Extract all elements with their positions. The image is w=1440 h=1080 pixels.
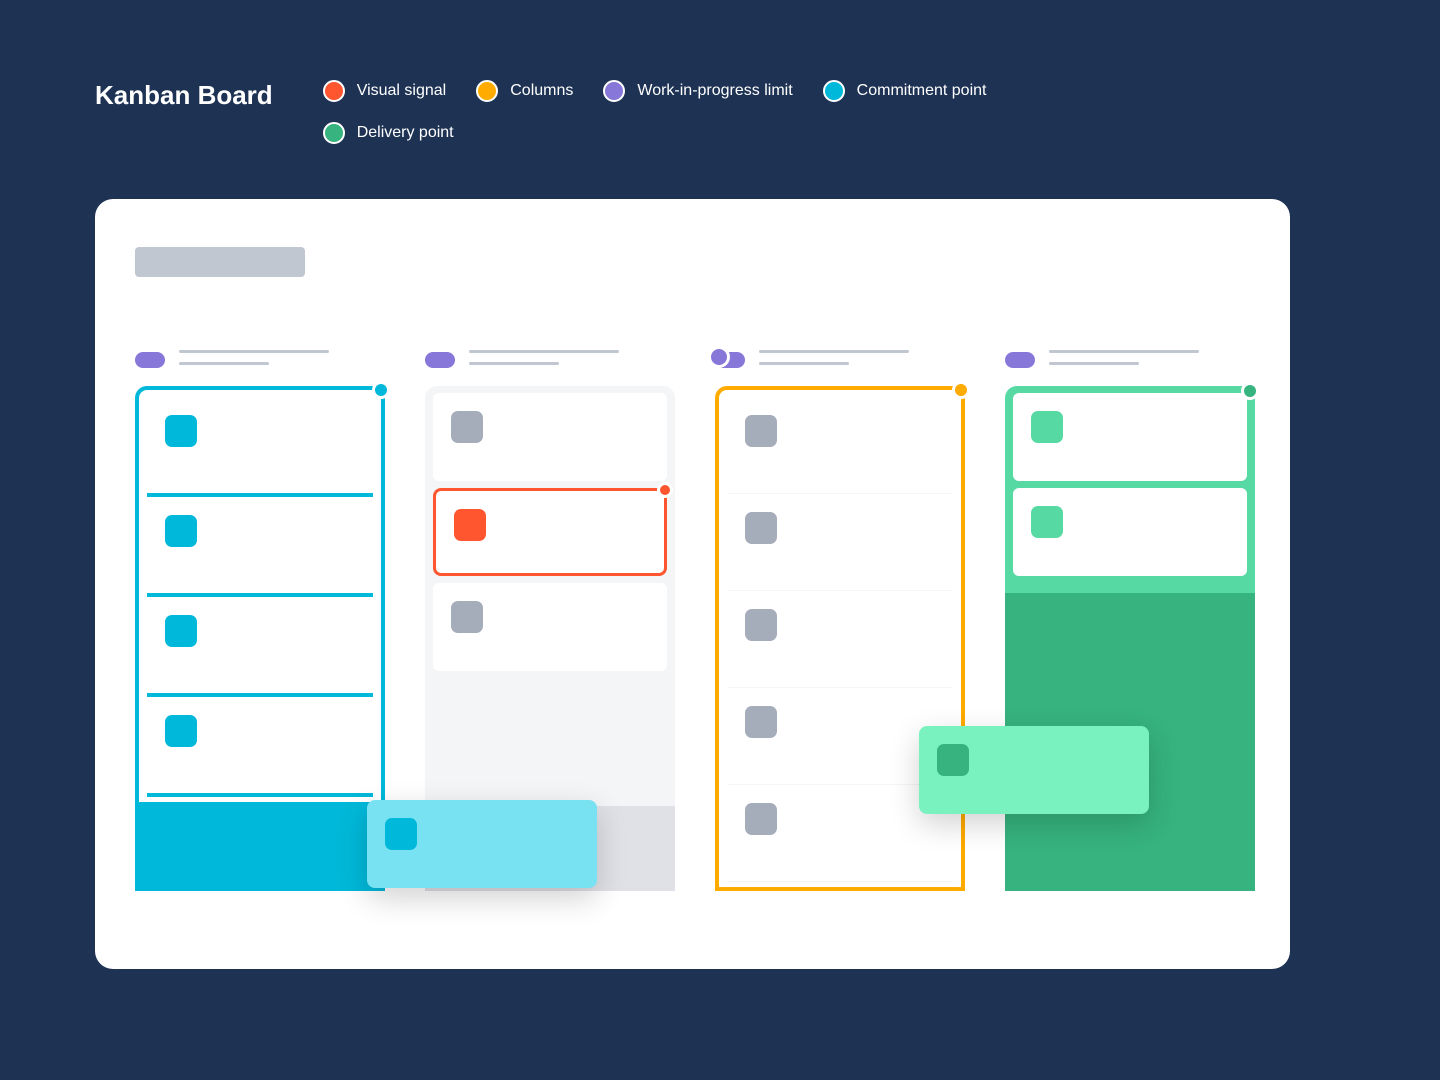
column-commitment [135,352,385,891]
card-type-icon [745,415,777,447]
kanban-card[interactable] [1013,488,1247,576]
legend: Visual signal Columns Work-in-progress l… [323,80,1043,144]
page-header: Kanban Board Visual signal Columns Work-… [95,80,1355,144]
wip-limit-pill [135,352,165,368]
board-title-placeholder [135,247,305,277]
legend-item-wip-limit: Work-in-progress limit [603,80,792,102]
card-type-icon [745,512,777,544]
kanban-card[interactable] [433,583,667,671]
column-header [1005,352,1255,368]
card-type-icon [937,744,969,776]
legend-label: Visual signal [357,82,447,100]
visual-signal-marker-icon [657,482,673,498]
page-title: Kanban Board [95,80,273,111]
legend-item-delivery: Delivery point [323,122,454,144]
kanban-card[interactable] [147,597,373,697]
wip-limit-marker-icon [708,346,730,368]
legend-item-columns: Columns [476,80,573,102]
columns-marker-icon [952,381,970,399]
wip-limit-pill [1005,352,1035,368]
dragging-card[interactable] [367,800,597,888]
legend-label: Commitment point [857,82,987,100]
legend-item-visual-signal: Visual signal [323,80,447,102]
kanban-card[interactable] [433,393,667,481]
dragging-card[interactable] [919,726,1149,814]
legend-item-commitment: Commitment point [823,80,987,102]
kanban-card[interactable] [1013,393,1247,481]
wip-limit-pill [425,352,455,368]
column-footer [139,802,381,887]
column-header [135,352,385,368]
card-type-icon [451,411,483,443]
column-title-placeholder [759,350,965,365]
commitment-marker-icon [372,381,390,399]
column-title-placeholder [469,350,675,365]
card-type-icon [745,609,777,641]
kanban-card[interactable] [727,397,953,494]
kanban-card-visual-signal[interactable] [433,488,667,576]
legend-dot-icon [476,80,498,102]
card-type-icon [454,509,486,541]
card-type-icon [1031,411,1063,443]
card-type-icon [165,415,197,447]
kanban-card[interactable] [727,494,953,591]
column-title-placeholder [1049,350,1255,365]
legend-dot-icon [323,122,345,144]
kanban-card[interactable] [147,497,373,597]
kanban-card[interactable] [147,397,373,497]
card-type-icon [745,706,777,738]
card-type-icon [451,601,483,633]
column-header [715,352,965,368]
card-type-icon [745,803,777,835]
column-body[interactable] [715,386,965,891]
card-type-icon [165,615,197,647]
delivery-marker-icon [1241,382,1259,400]
legend-dot-icon [323,80,345,102]
kanban-board [95,199,1290,969]
legend-label: Columns [510,82,573,100]
column-header [425,352,675,368]
legend-label: Work-in-progress limit [637,82,792,100]
columns-container [135,352,1250,891]
column-body[interactable] [1005,386,1255,891]
kanban-card[interactable] [147,697,373,797]
legend-label: Delivery point [357,124,454,142]
card-type-icon [165,515,197,547]
column-title-placeholder [179,350,385,365]
legend-dot-icon [823,80,845,102]
card-type-icon [165,715,197,747]
card-type-icon [1031,506,1063,538]
legend-dot-icon [603,80,625,102]
kanban-card[interactable] [727,591,953,688]
card-type-icon [385,818,417,850]
column-body[interactable] [135,386,385,891]
